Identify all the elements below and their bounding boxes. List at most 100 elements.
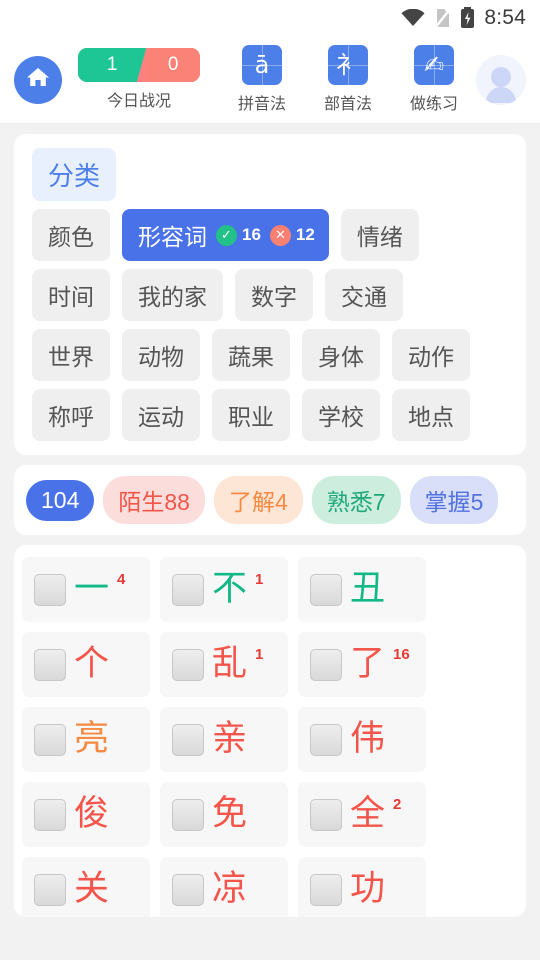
category-row: 颜色 形容词 ✓ 16 ✕ 12 情绪 (24, 209, 516, 261)
category-chip-动物[interactable]: 动物 (122, 329, 200, 381)
status-bar: 8:54 (0, 0, 540, 36)
category-chip-label: 职业 (228, 404, 274, 430)
checkbox-unchecked-icon[interactable] (34, 873, 66, 906)
category-chip-世界[interactable]: 世界 (32, 329, 110, 381)
correct-badge: ✓ 16 (216, 224, 261, 246)
category-chip-学校[interactable]: 学校 (302, 389, 380, 441)
character-glyph: 全 (350, 794, 386, 834)
checkbox-unchecked-icon[interactable] (172, 873, 204, 906)
checkbox-unchecked-icon[interactable] (172, 573, 204, 606)
home-button[interactable] (14, 55, 62, 104)
character-count: 1 (255, 646, 264, 663)
category-chip-颜色[interactable]: 颜色 (32, 209, 110, 261)
practice-pen-icon: ✍ (414, 45, 454, 85)
category-rows: 颜色 形容词 ✓ 16 ✕ 12 情绪 时间 我的家 数字 交通 世界 动物 蔬果 身体 动作 称呼 运动 职业 学校… (24, 209, 516, 441)
character-cell[interactable]: 乱1 (160, 632, 288, 697)
category-chip-地点[interactable]: 地点 (392, 389, 470, 441)
clock-time: 8:54 (484, 6, 526, 29)
score-correct: 1 (78, 48, 147, 82)
category-chip-label: 数字 (251, 284, 297, 310)
app-screen: 8:54 1 0 今日战况 ā 拼音法 衤 部首法 ✍ 做练习 分类 颜色 形容… (0, 0, 540, 960)
character-glyph: 亲 (212, 719, 248, 759)
checkbox-unchecked-icon[interactable] (34, 723, 66, 756)
stat-unfamiliar[interactable]: 陌生88 (103, 476, 205, 524)
character-cell[interactable]: 不1 (160, 557, 288, 622)
checkbox-unchecked-icon[interactable] (172, 648, 204, 681)
character-glyph: 关 (74, 869, 110, 909)
avatar[interactable] (476, 54, 526, 105)
no-sim-icon (434, 7, 452, 29)
character-cell[interactable]: 亲 (160, 707, 288, 772)
category-chip-label: 称呼 (48, 404, 94, 430)
character-cell[interactable]: 亮 (22, 707, 150, 772)
category-chip-身体[interactable]: 身体 (302, 329, 380, 381)
category-panel: 分类 颜色 形容词 ✓ 16 ✕ 12 情绪 时间 我的家 数字 交通 世界 动物 蔬果 身体 动作 称呼 运动 职… (14, 134, 526, 455)
checkbox-unchecked-icon[interactable] (34, 798, 66, 831)
category-chip-label: 时间 (48, 284, 94, 310)
character-cell[interactable]: 全2 (298, 782, 426, 847)
category-chip-label: 运动 (138, 404, 184, 430)
checkbox-unchecked-icon[interactable] (34, 573, 66, 606)
character-cell[interactable]: 了 16 (298, 632, 426, 697)
character-grid-panel: 一 4 不 1 丑个乱 1 了 16 亮 亲 伟俊免全 2 关 凉 功 (14, 545, 526, 917)
checkbox-unchecked-icon[interactable] (310, 798, 342, 831)
category-chip-称呼[interactable]: 称呼 (32, 389, 110, 441)
category-chip-数字[interactable]: 数字 (235, 269, 313, 321)
character-cell[interactable]: 功 (298, 857, 426, 917)
character-count: 16 (393, 646, 410, 663)
stat-known[interactable]: 了解4 (213, 476, 303, 524)
checkbox-unchecked-icon[interactable] (310, 648, 342, 681)
character-glyph: 凉 (212, 869, 248, 909)
character-glyph: 亮 (74, 719, 110, 759)
checkbox-unchecked-icon[interactable] (310, 873, 342, 906)
wrong-badge-count: 12 (295, 225, 315, 244)
category-chip-形容词[interactable]: 形容词 ✓ 16 ✕ 12 (122, 209, 329, 261)
category-chip-情绪[interactable]: 情绪 (340, 209, 419, 261)
category-chip-label: 动物 (138, 344, 184, 370)
practice-glyph: ✍ (423, 51, 445, 79)
tool-pinyin-method[interactable]: ā 拼音法 (228, 45, 296, 114)
checkbox-unchecked-icon[interactable] (172, 723, 204, 756)
pinyin-icon: ā (242, 45, 282, 85)
category-chip-label: 形容词 (138, 224, 207, 250)
character-cell[interactable]: 伟 (298, 707, 426, 772)
tool-radical-method[interactable]: 衤 部首法 (314, 45, 382, 114)
check-icon: ✓ (216, 224, 237, 246)
category-chip-label: 颜色 (48, 224, 94, 250)
category-row: 世界 动物 蔬果 身体 动作 (24, 329, 516, 381)
tool-buttons: ā 拼音法 衤 部首法 ✍ 做练习 (228, 45, 468, 114)
character-cell[interactable]: 个 (22, 632, 150, 697)
category-chip-职业[interactable]: 职业 (212, 389, 290, 441)
character-cell[interactable]: 关 (22, 857, 150, 917)
character-glyph: 丑 (350, 569, 386, 609)
category-row: 时间 我的家 数字 交通 (24, 269, 516, 321)
score-wrong: 0 (146, 48, 200, 82)
category-chip-label: 我的家 (138, 284, 207, 310)
category-chip-交通[interactable]: 交通 (325, 269, 403, 321)
checkbox-unchecked-icon[interactable] (310, 573, 342, 606)
character-cell[interactable]: 凉 (160, 857, 288, 917)
today-score[interactable]: 1 0 今日战况 (78, 48, 200, 111)
battery-charging-icon (460, 7, 475, 29)
checkbox-unchecked-icon[interactable] (172, 798, 204, 831)
tool-label: 部首法 (323, 96, 372, 113)
category-chip-蔬果[interactable]: 蔬果 (212, 329, 290, 381)
character-cell[interactable]: 一4 (22, 557, 150, 622)
tool-practice[interactable]: ✍ 做练习 (400, 45, 468, 114)
category-chip-动作[interactable]: 动作 (392, 329, 470, 381)
checkbox-unchecked-icon[interactable] (34, 648, 66, 681)
stat-familiar[interactable]: 熟悉7 (311, 476, 401, 524)
home-icon (25, 65, 51, 94)
category-chip-运动[interactable]: 运动 (122, 389, 200, 441)
category-chip-时间[interactable]: 时间 (32, 269, 110, 321)
category-chip-我的家[interactable]: 我的家 (122, 269, 223, 321)
checkbox-unchecked-icon[interactable] (310, 723, 342, 756)
character-cell[interactable]: 俊 (22, 782, 150, 847)
character-cell[interactable]: 丑 (298, 557, 426, 622)
pinyin-glyph: ā (254, 51, 270, 79)
character-glyph: 伟 (350, 719, 386, 759)
character-count: 4 (117, 571, 126, 588)
stat-total[interactable]: 104 (26, 479, 95, 521)
stat-mastered[interactable]: 掌握5 (409, 476, 499, 524)
character-cell[interactable]: 免 (160, 782, 288, 847)
